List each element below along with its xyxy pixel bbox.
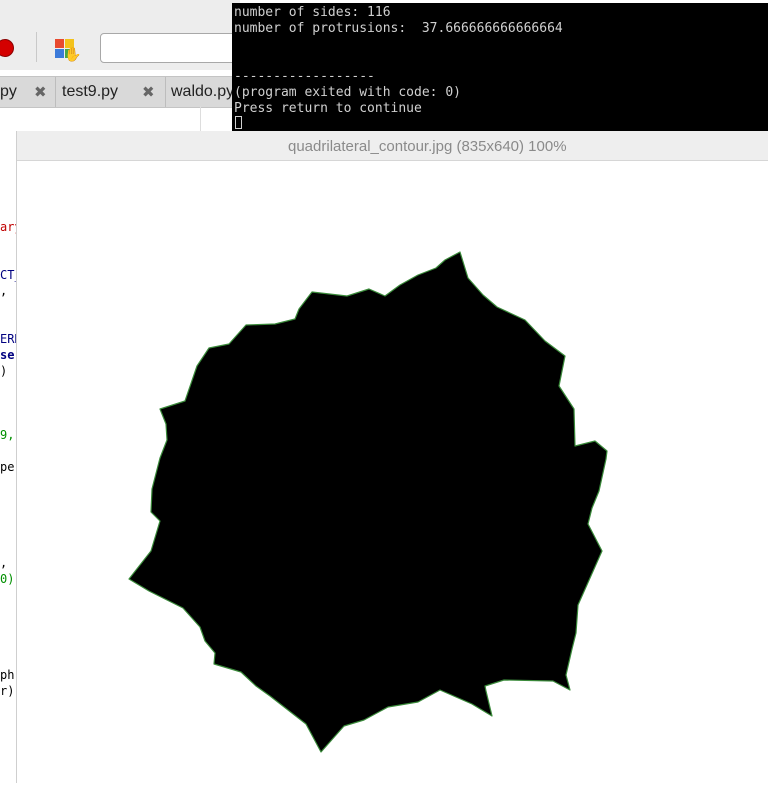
color-palette-button[interactable]: ✋: [53, 37, 81, 61]
code-fragment: pe: [0, 460, 15, 474]
toolbar-separator: [36, 32, 37, 62]
code-fragment: ph: [0, 668, 15, 682]
terminal-window[interactable]: number of sides: 116 number of protrusio…: [232, 3, 768, 131]
viewer-title: quadrilateral_contour.jpg (835x640) 100%: [288, 138, 567, 155]
code-fragment: 0): [0, 572, 15, 586]
tab-label: waldo.py: [171, 83, 235, 100]
viewer-title-bar[interactable]: quadrilateral_contour.jpg (835x640) 100%: [17, 131, 768, 161]
stop-button[interactable]: [0, 37, 16, 59]
terminal-line: ------------------: [234, 69, 375, 84]
terminal-line: number of protrusions: 37.66666666666666…: [234, 21, 563, 36]
stop-icon: [0, 39, 14, 57]
tab-label: test9.py: [62, 83, 119, 100]
tab-file-1[interactable]: py ✖: [0, 77, 56, 107]
code-fragment: ,: [0, 284, 15, 298]
contour-image: [17, 161, 768, 783]
contour-image-canvas: [128, 251, 608, 753]
contour-shape: [128, 251, 608, 753]
code-fragment: r): [0, 684, 15, 698]
tab-test9[interactable]: test9.py ✖: [56, 77, 166, 107]
code-fragment: ): [0, 364, 8, 378]
code-fragment: ,: [0, 556, 8, 570]
image-viewer-window: quadrilateral_contour.jpg (835x640) 100%: [16, 131, 768, 783]
tab-label: py: [0, 83, 17, 100]
close-icon[interactable]: ✖: [34, 83, 47, 101]
terminal-cursor: [235, 116, 242, 129]
editor-toolbar: ✋: [0, 0, 260, 70]
code-fragment: se: [0, 348, 15, 362]
editor-tab-bar: py ✖ test9.py ✖ waldo.py: [0, 76, 246, 108]
terminal-line: Press return to continue: [234, 101, 422, 116]
terminal-line: number of sides: 116: [234, 5, 391, 20]
terminal-line: (program exited with code: 0): [234, 85, 461, 100]
close-icon[interactable]: ✖: [142, 83, 155, 101]
